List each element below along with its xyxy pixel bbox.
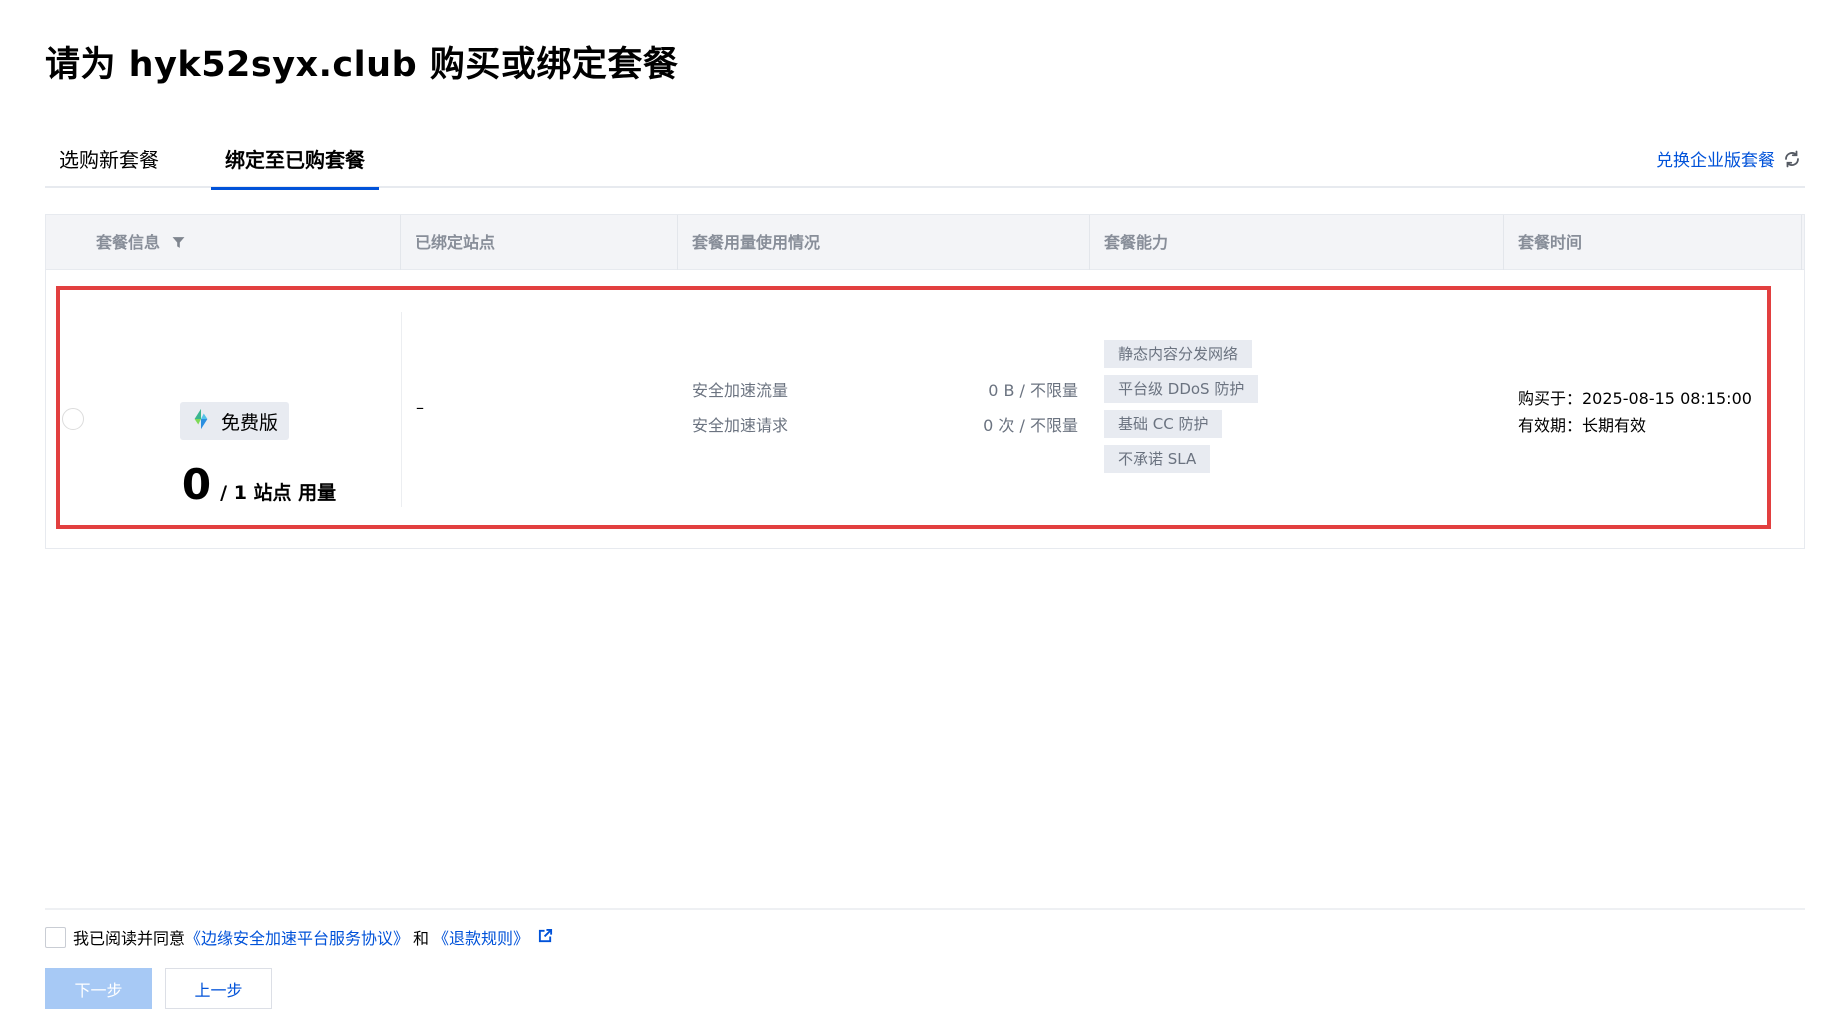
column-header-plan-time: 套餐时间 [1504, 215, 1802, 270]
site-usage: 0 / 1 站点 用量 [159, 460, 359, 509]
plan-badge-label: 免费版 [221, 411, 279, 434]
metric-requests-value: 0 次 / 不限量 [983, 416, 1078, 435]
purchase-date: 购买于：2025-08-15 08:15:00 [1518, 389, 1752, 408]
agreement-row: 我已阅读并同意 《边缘安全加速平台服务协议》 和 《退款规则》 [45, 926, 553, 948]
metric-requests: 安全加速请求 0 次 / 不限量 [692, 412, 1078, 442]
site-usage-text: / 1 站点 用量 [220, 482, 337, 504]
page-title: 请为 hyk52syx.club 购买或绑定套餐 [45, 45, 679, 85]
column-header-plan-info-label: 套餐信息 [96, 233, 161, 252]
bound-site-value: – [416, 398, 424, 417]
capability-tag: 平台级 DDoS 防护 [1104, 375, 1259, 403]
metric-requests-label: 安全加速请求 [692, 416, 789, 435]
previous-step-button[interactable]: 上一步 [165, 968, 272, 1009]
validity-period: 有效期：长期有效 [1518, 416, 1647, 435]
refresh-icon[interactable] [1783, 150, 1801, 168]
table-row[interactable]: 免费版 0 / 1 站点 用量 – 安全加速流量 0 B / 不限量 安全加速请… [46, 270, 1804, 549]
plan-select-radio[interactable] [62, 408, 84, 430]
cell-divider [401, 312, 402, 507]
service-agreement-link[interactable]: 《边缘安全加速平台服务协议》 [185, 925, 409, 949]
tab-bar: 选购新套餐 绑定至已购套餐 兑换企业版套餐 [45, 140, 1805, 190]
filter-icon[interactable] [172, 216, 185, 271]
refund-rules-link[interactable]: 《退款规则》 [433, 925, 529, 949]
agreement-checkbox[interactable] [45, 926, 66, 948]
capability-tag: 基础 CC 防护 [1104, 410, 1223, 438]
agreement-prefix: 我已阅读并同意 [73, 929, 186, 948]
plan-badge: 免费版 [180, 402, 290, 440]
page: 请为 hyk52syx.club 购买或绑定套餐 选购新套餐 绑定至已购套餐 兑… [0, 0, 1829, 1029]
tab-bind-existing-plan[interactable]: 绑定至已购套餐 [211, 140, 379, 190]
external-link-icon[interactable] [538, 928, 553, 947]
column-header-plan-capabilities: 套餐能力 [1090, 215, 1504, 270]
capability-tag: 静态内容分发网络 [1104, 340, 1253, 368]
redeem-enterprise-plan-link[interactable]: 兑换企业版套餐 [1656, 146, 1801, 171]
agreement-and: 和 [413, 929, 430, 948]
redeem-enterprise-plan-label: 兑换企业版套餐 [1656, 151, 1775, 171]
column-header-plan-usage: 套餐用量使用情况 [678, 215, 1090, 270]
footer-divider [45, 908, 1805, 910]
metric-traffic-label: 安全加速流量 [692, 381, 789, 400]
metric-traffic: 安全加速流量 0 B / 不限量 [692, 377, 1078, 407]
capability-tag: 不承诺 SLA [1104, 445, 1211, 473]
site-usage-count: 0 [181, 460, 212, 509]
plan-table: 套餐信息 已绑定站点 套餐用量使用情况 套餐能力 套餐时间 免费版 0 / 1 … [45, 214, 1805, 549]
metric-traffic-value: 0 B / 不限量 [988, 381, 1078, 400]
next-step-button[interactable]: 下一步 [45, 968, 152, 1009]
table-header: 套餐信息 已绑定站点 套餐用量使用情况 套餐能力 套餐时间 [46, 215, 1804, 270]
column-header-plan-info: 套餐信息 [46, 215, 401, 270]
tab-buy-new-plan[interactable]: 选购新套餐 [59, 140, 159, 188]
edgeone-logo-icon [190, 408, 212, 435]
column-header-bound-sites: 已绑定站点 [401, 215, 678, 270]
